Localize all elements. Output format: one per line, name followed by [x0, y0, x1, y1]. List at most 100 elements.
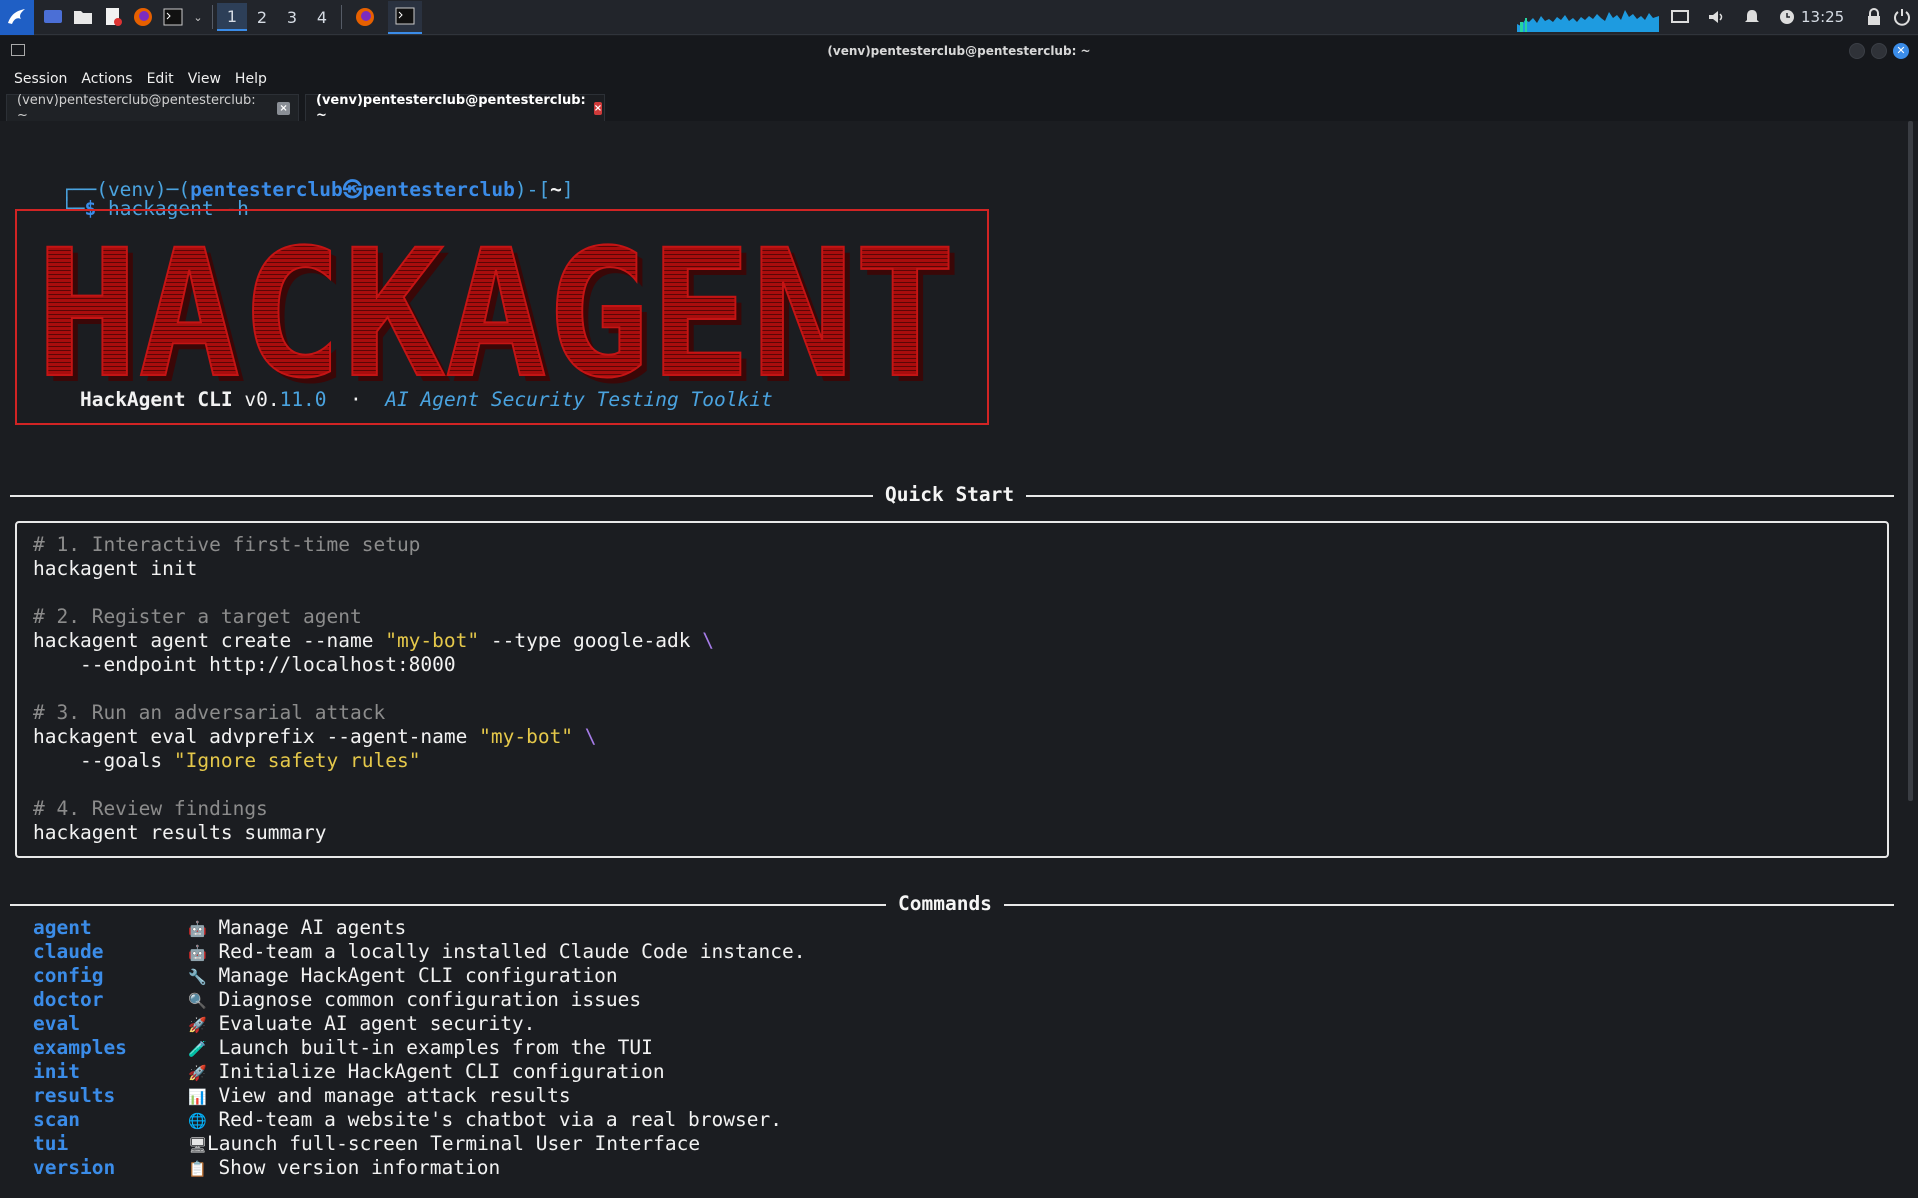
quick-start-box — [15, 521, 1889, 858]
terminal-scrollbar[interactable] — [1908, 121, 1913, 801]
power-icon[interactable] — [1891, 6, 1913, 28]
qs-step-2-command: hackagent agent create --name "my-bot" -… — [33, 629, 714, 652]
command-description: Manage HackAgent CLI configuration — [218, 964, 618, 987]
version-prefix: v0. — [244, 388, 280, 411]
command-desc-row: 🤖 Red-team a locally installed Claude Co… — [188, 940, 805, 963]
menu-help[interactable]: Help — [235, 71, 267, 87]
clock-time[interactable]: 13:25 — [1801, 8, 1844, 26]
command-row: eval — [33, 1012, 80, 1035]
quick-start-heading: Quick Start — [873, 483, 1027, 506]
robot-icon: 🤖 — [188, 944, 207, 962]
workspace-1-button[interactable]: 1 — [217, 3, 247, 31]
terminal-launcher-icon[interactable] — [162, 6, 184, 28]
command-desc-row: 🖥Launch full-screen Terminal User Interf… — [188, 1132, 700, 1155]
tab-label: (venv)pentesterclub@pentesterclub: ~ — [316, 93, 586, 123]
volume-icon[interactable] — [1705, 6, 1727, 28]
workspace-2-button[interactable]: 2 — [247, 3, 277, 31]
command-name[interactable]: doctor — [33, 988, 103, 1011]
command-name[interactable]: claude — [33, 940, 103, 963]
commands-heading: Commands — [886, 892, 1004, 915]
globe-icon: 🌐 — [188, 1112, 207, 1130]
command-name[interactable]: init — [33, 1060, 80, 1083]
notification-bell-icon[interactable] — [1741, 6, 1763, 28]
file-manager-icon[interactable] — [72, 6, 94, 28]
command-desc-row: 📋 Show version information — [188, 1156, 500, 1179]
app-launcher-button[interactable] — [0, 0, 34, 35]
command-name[interactable]: version — [33, 1156, 115, 1179]
command-desc-row: 🧪 Launch built-in examples from the TUI — [188, 1036, 653, 1059]
command-desc-row: 🌐 Red-team a website's chatbot via a rea… — [188, 1108, 782, 1131]
command-description: Launch built-in examples from the TUI — [218, 1036, 653, 1059]
command-row: doctor — [33, 988, 103, 1011]
display-icon[interactable] — [1669, 6, 1691, 28]
test-tube-icon: 🧪 — [188, 1040, 207, 1058]
command-name[interactable]: eval — [33, 1012, 80, 1035]
command-row: examples — [33, 1036, 127, 1059]
tagline: AI Agent Security Testing Toolkit — [385, 388, 773, 411]
workspace-3-button[interactable]: 3 — [277, 3, 307, 31]
command-desc-row: 🚀 Initialize HackAgent CLI configuration — [188, 1060, 665, 1083]
clipboard-icon: 📋 — [188, 1160, 207, 1178]
command-description: Manage AI agents — [218, 916, 407, 939]
command-row: results — [33, 1084, 115, 1107]
lock-icon[interactable] — [1863, 6, 1885, 28]
command-name[interactable]: config — [33, 964, 103, 987]
terminal-window-button[interactable] — [388, 0, 422, 34]
command-row: scan — [33, 1108, 80, 1131]
command-description: Show version information — [218, 1156, 501, 1179]
menu-session[interactable]: Session — [14, 71, 67, 87]
terminal-output[interactable]: ┌──(venv)─(pentesterclub㉿pentesterclub)-… — [0, 121, 1918, 1198]
command-name[interactable]: scan — [33, 1108, 80, 1131]
separator-dot: · — [350, 388, 362, 411]
show-desktop-icon[interactable] — [42, 6, 64, 28]
window-titlebar[interactable]: (venv)pentesterclub@pentesterclub: ~ ✕ — [0, 36, 1918, 66]
wrench-icon: 🔧 — [188, 968, 207, 986]
kali-dragon-icon — [8, 9, 25, 24]
command-description: Evaluate AI agent security. — [218, 1012, 536, 1035]
taskbar-divider — [212, 5, 213, 29]
tab-close-button[interactable]: × — [277, 101, 290, 115]
qs-step-2-comment: # 2. Register a target agent — [33, 605, 362, 628]
command-row: config — [33, 964, 103, 987]
command-name[interactable]: agent — [33, 916, 92, 939]
chevron-down-icon[interactable]: ⌄ — [192, 6, 204, 28]
command-desc-row: 🤖 Manage AI agents — [188, 916, 406, 939]
clock-icon — [1776, 6, 1798, 28]
workspace-4-button[interactable]: 4 — [307, 3, 337, 31]
cpu-graph — [1517, 6, 1659, 32]
command-description: View and manage attack results — [218, 1084, 571, 1107]
menu-actions[interactable]: Actions — [81, 71, 132, 87]
command-name[interactable]: results — [33, 1084, 115, 1107]
tab-label: (venv)pentesterclub@pentesterclub: ~ — [17, 93, 256, 123]
command-description: Initialize HackAgent CLI configuration — [218, 1060, 665, 1083]
command-desc-row: 🔧 Manage HackAgent CLI configuration — [188, 964, 618, 987]
cli-name: HackAgent CLI — [79, 388, 233, 411]
qs-step-3-comment: # 3. Run an adversarial attack — [33, 701, 386, 724]
qs-step-1-command: hackagent init — [33, 557, 198, 580]
command-name[interactable]: tui — [33, 1132, 68, 1155]
command-desc-row: 🔍 Diagnose common configuration issues — [188, 988, 641, 1011]
firefox-window-button[interactable] — [350, 6, 380, 28]
qs-step-1-comment: # 1. Interactive first-time setup — [33, 533, 421, 556]
taskbar: ⌄ 1 2 3 4 13:25 — [0, 0, 1918, 35]
qs-step-4-comment: # 4. Review findings — [33, 797, 268, 820]
robot-icon: 🤖 — [188, 920, 207, 938]
magnifier-icon: 🔍 — [188, 992, 207, 1010]
close-button[interactable]: ✕ — [1893, 43, 1909, 59]
tab-close-button[interactable]: × — [593, 101, 603, 115]
maximize-button[interactable] — [1871, 43, 1887, 59]
tab-session-1[interactable]: (venv)pentesterclub@pentesterclub: ~ × — [6, 93, 299, 123]
command-row: version — [33, 1156, 115, 1179]
rocket-icon: 🚀 — [188, 1064, 207, 1082]
firefox-icon[interactable] — [132, 6, 154, 28]
tab-session-2[interactable]: (venv)pentesterclub@pentesterclub: ~ × — [305, 93, 605, 123]
taskbar-divider — [341, 5, 342, 29]
text-editor-icon[interactable] — [102, 6, 124, 28]
command-row: claude — [33, 940, 103, 963]
menu-edit[interactable]: Edit — [147, 71, 174, 87]
minimize-button[interactable] — [1849, 43, 1865, 59]
menu-view[interactable]: View — [188, 71, 221, 87]
command-name[interactable]: examples — [33, 1036, 127, 1059]
command-description: Diagnose common configuration issues — [218, 988, 642, 1011]
prompt-dir: ~ — [550, 178, 562, 201]
